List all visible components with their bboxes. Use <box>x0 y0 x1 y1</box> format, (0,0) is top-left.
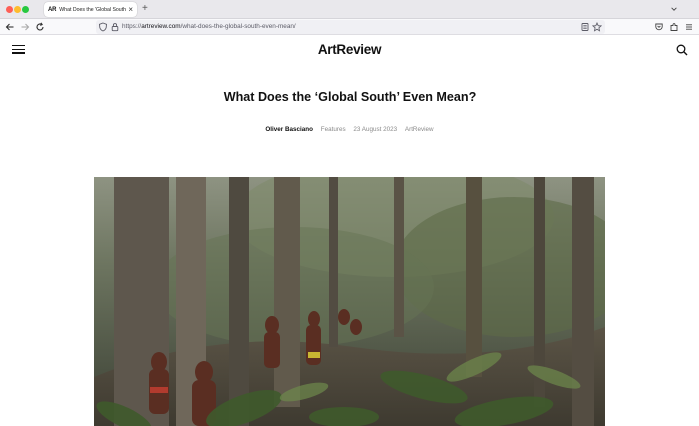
section-link[interactable]: Features <box>321 126 346 133</box>
browser-toolbar: https://artreview.com/what-does-the-glob… <box>0 19 699 35</box>
forest-photo <box>94 177 605 426</box>
minimize-window-button[interactable] <box>14 6 21 13</box>
reload-icon[interactable] <box>35 22 45 32</box>
tab-title: What Does the 'Global South' E <box>59 6 127 13</box>
address-bar[interactable]: https://artreview.com/what-does-the-glob… <box>96 20 605 34</box>
new-tab-icon[interactable]: + <box>142 3 148 15</box>
shield-icon[interactable] <box>98 22 108 32</box>
site-favicon-icon: AR <box>48 6 57 13</box>
app-menu-icon[interactable] <box>684 22 694 32</box>
article-headline: What Does the ‘Global South’ Even Mean? <box>223 90 477 104</box>
article-byline: Oliver Basciano Features 23 August 2023 … <box>0 126 699 133</box>
publication-link[interactable]: ArtReview <box>405 126 434 133</box>
search-icon[interactable] <box>676 44 688 56</box>
hero-image <box>94 177 605 426</box>
extensions-icon[interactable] <box>669 22 679 32</box>
reader-view-icon[interactable] <box>580 22 590 32</box>
url-host: artreview.com <box>141 23 181 30</box>
close-window-button[interactable] <box>6 6 13 13</box>
pocket-icon[interactable] <box>654 22 664 32</box>
publish-date: 23 August 2023 <box>353 126 398 133</box>
forward-arrow-icon[interactable] <box>20 22 30 32</box>
url-text[interactable]: https://artreview.com/what-does-the-glob… <box>122 22 296 32</box>
lock-icon[interactable] <box>110 22 120 32</box>
site-logo[interactable]: ArtReview <box>0 42 699 57</box>
fullscreen-window-button[interactable] <box>22 6 29 13</box>
bookmark-star-icon[interactable] <box>592 22 602 32</box>
url-path: /what-does-the-global-south-even-mean/ <box>180 23 296 30</box>
browser-tab-bar: AR What Does the 'Global South' E × + <box>0 0 699 19</box>
list-all-tabs-icon[interactable] <box>670 4 678 14</box>
active-tab[interactable]: AR What Does the 'Global South' E × <box>44 2 137 17</box>
tab-close-icon[interactable]: × <box>128 5 133 14</box>
author-link[interactable]: Oliver Basciano <box>265 126 313 133</box>
url-scheme: https:// <box>122 23 142 30</box>
back-arrow-icon[interactable] <box>5 22 15 32</box>
site-header: ArtReview <box>0 36 699 66</box>
